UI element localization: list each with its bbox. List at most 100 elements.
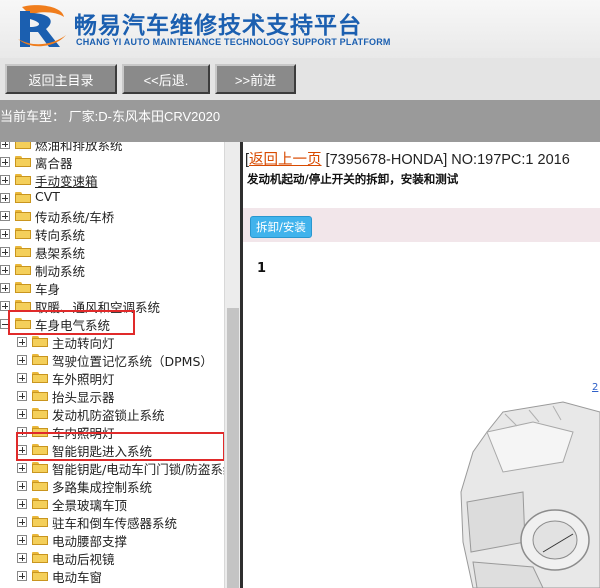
tree-scrollbar[interactable] bbox=[224, 142, 241, 588]
tree-row[interactable]: 驻车和倒车传感器系统 bbox=[0, 513, 224, 531]
tree-row[interactable]: 电动车窗 bbox=[0, 567, 224, 585]
tree-scrollbar-thumb[interactable] bbox=[227, 308, 239, 588]
folder-icon bbox=[32, 408, 48, 419]
tree-row[interactable]: 车外照明灯 bbox=[0, 369, 224, 387]
expand-icon[interactable] bbox=[0, 229, 10, 239]
folder-icon bbox=[32, 390, 48, 401]
tree-row[interactable]: 悬架系统 bbox=[0, 243, 224, 261]
tree-row-label[interactable]: 电动后视镜 bbox=[52, 549, 115, 568]
tree-row-label[interactable]: 主动转向灯 bbox=[52, 333, 115, 352]
tree-row-label[interactable]: 传动系统/车桥 bbox=[35, 207, 114, 226]
forward-button[interactable]: >>前进 bbox=[215, 64, 296, 94]
expand-icon[interactable] bbox=[17, 391, 27, 401]
expand-icon[interactable] bbox=[0, 142, 10, 149]
tree-row[interactable]: 驾驶位置记忆系统（DPMS） bbox=[0, 351, 224, 369]
tree-row[interactable]: 车身 bbox=[0, 279, 224, 297]
folder-icon bbox=[32, 480, 48, 491]
section-tabs-bar: 拆卸/安装 bbox=[243, 208, 600, 242]
expand-icon[interactable] bbox=[0, 283, 10, 293]
expand-icon[interactable] bbox=[0, 247, 10, 257]
expand-icon[interactable] bbox=[17, 535, 27, 545]
folder-icon bbox=[32, 570, 48, 581]
tree-row-label[interactable]: 驾驶位置记忆系统（DPMS） bbox=[52, 351, 213, 370]
folder-icon bbox=[32, 336, 48, 347]
tree-row-label[interactable]: 转向系统 bbox=[35, 225, 85, 244]
app-title: 畅易汽车维修技术支持平台 bbox=[74, 13, 362, 39]
tree-highlight-body-electrical bbox=[8, 310, 135, 335]
category-tree: 燃油和排放系统 离合器 手动变速箱 CVT 传动系统/车桥 转向系统 悬架系统 制动系统 车身取… bbox=[0, 142, 224, 588]
expand-icon[interactable] bbox=[17, 355, 27, 365]
document-pane: [返回上一页 [7395678-HONDA] NO:197PC:1 2016 发… bbox=[243, 142, 600, 588]
back-button[interactable]: <<后退. bbox=[122, 64, 210, 94]
expand-icon[interactable] bbox=[17, 409, 27, 419]
folder-icon bbox=[32, 552, 48, 563]
tree-row[interactable]: 抬头显示器 bbox=[0, 387, 224, 405]
tree-row-label[interactable]: 电动车窗 bbox=[52, 567, 102, 586]
tree-row-label[interactable]: 手动变速箱 bbox=[35, 171, 98, 190]
tree-row[interactable]: 电动腰部支撑 bbox=[0, 531, 224, 549]
tree-row-label[interactable]: 悬架系统 bbox=[35, 243, 85, 262]
expand-icon[interactable] bbox=[0, 211, 10, 221]
tree-row[interactable]: 智能钥匙/电动车门门锁/防盗系统 bbox=[0, 459, 224, 477]
tree-row[interactable]: 转向系统 bbox=[0, 225, 224, 243]
expand-icon[interactable] bbox=[17, 463, 27, 473]
folder-icon bbox=[15, 246, 31, 257]
tree-row-label[interactable]: 抬头显示器 bbox=[52, 387, 115, 406]
folder-icon bbox=[15, 210, 31, 221]
tree-row-label[interactable]: 全景玻璃车顶 bbox=[52, 495, 127, 514]
expand-icon[interactable] bbox=[0, 193, 10, 203]
tree-row-label[interactable]: 驻车和倒车传感器系统 bbox=[52, 513, 177, 532]
expand-icon[interactable] bbox=[0, 265, 10, 275]
tree-row[interactable]: CVT bbox=[0, 189, 224, 207]
logo-icon bbox=[18, 5, 66, 47]
current-vehicle-bar: 当前车型： 厂家:D-东风本田CRV2020 bbox=[0, 100, 600, 142]
folder-icon bbox=[15, 156, 31, 167]
expand-icon[interactable] bbox=[17, 337, 27, 347]
tree-row[interactable]: 多路集成控制系统 bbox=[0, 477, 224, 495]
tree-row[interactable]: 燃油和排放系统 bbox=[0, 142, 224, 153]
tree-row[interactable]: 主动转向灯 bbox=[0, 333, 224, 351]
folder-icon bbox=[15, 142, 31, 149]
tree-row-label[interactable]: 发动机防盗锁止系统 bbox=[52, 405, 165, 424]
folder-icon bbox=[32, 354, 48, 365]
expand-icon[interactable] bbox=[17, 499, 27, 509]
tree-row[interactable]: 传动系统/车桥 bbox=[0, 207, 224, 225]
tree-row[interactable]: 发动机防盗锁止系统 bbox=[0, 405, 224, 423]
tree-row[interactable]: 电动后视镜 bbox=[0, 549, 224, 567]
tree-row[interactable]: 手动变速箱 bbox=[0, 171, 224, 189]
step-number: 1 bbox=[257, 261, 267, 276]
document-subtitle: 发动机起动/停止开关的拆卸，安装和测试 bbox=[247, 172, 459, 186]
tree-row-label[interactable]: 制动系统 bbox=[35, 261, 85, 280]
current-vehicle-label: 当前车型： 厂家:D-东风本田CRV2020 bbox=[0, 109, 221, 124]
tree-row[interactable]: 制动系统 bbox=[0, 261, 224, 279]
ignition-switch-illustration bbox=[460, 401, 600, 588]
tree-row-label[interactable]: 车外照明灯 bbox=[52, 369, 115, 388]
home-button[interactable]: 返回主目录 bbox=[5, 64, 117, 94]
document-ref: [7395678-HONDA] NO:197PC:1 2016 bbox=[321, 152, 570, 168]
folder-icon bbox=[32, 372, 48, 383]
folder-icon bbox=[32, 498, 48, 509]
expand-icon[interactable] bbox=[17, 373, 27, 383]
tree-row-label[interactable]: 离合器 bbox=[35, 153, 73, 172]
expand-icon[interactable] bbox=[17, 553, 27, 563]
nav-toolbar: 返回主目录 <<后退. >>前进 bbox=[0, 58, 600, 100]
expand-icon[interactable] bbox=[17, 481, 27, 491]
tree-row[interactable]: 离合器 bbox=[0, 153, 224, 171]
tree-row-label[interactable]: 多路集成控制系统 bbox=[52, 477, 152, 496]
tree-row-label[interactable]: 智能钥匙/电动车门门锁/防盗系统 bbox=[52, 459, 224, 478]
app-header: 畅易汽车维修技术支持平台 CHANG YI AUTO MAINTENANCE T… bbox=[0, 0, 600, 58]
tab-remove-install[interactable]: 拆卸/安装 bbox=[250, 216, 312, 238]
expand-icon[interactable] bbox=[0, 157, 10, 167]
tree-row[interactable]: 全景玻璃车顶 bbox=[0, 495, 224, 513]
expand-icon[interactable] bbox=[17, 571, 27, 581]
tree-row-label[interactable]: CVT bbox=[35, 189, 60, 204]
folder-icon bbox=[15, 192, 31, 203]
folder-icon bbox=[15, 282, 31, 293]
expand-icon[interactable] bbox=[0, 175, 10, 185]
tree-row-label[interactable]: 电动腰部支撑 bbox=[52, 531, 127, 550]
document-title: [返回上一页 [7395678-HONDA] NO:197PC:1 2016 bbox=[245, 152, 570, 168]
folder-icon bbox=[32, 516, 48, 527]
back-link[interactable]: 返回上一页 bbox=[249, 152, 322, 168]
tree-row-label[interactable]: 车身 bbox=[35, 279, 60, 298]
expand-icon[interactable] bbox=[17, 517, 27, 527]
